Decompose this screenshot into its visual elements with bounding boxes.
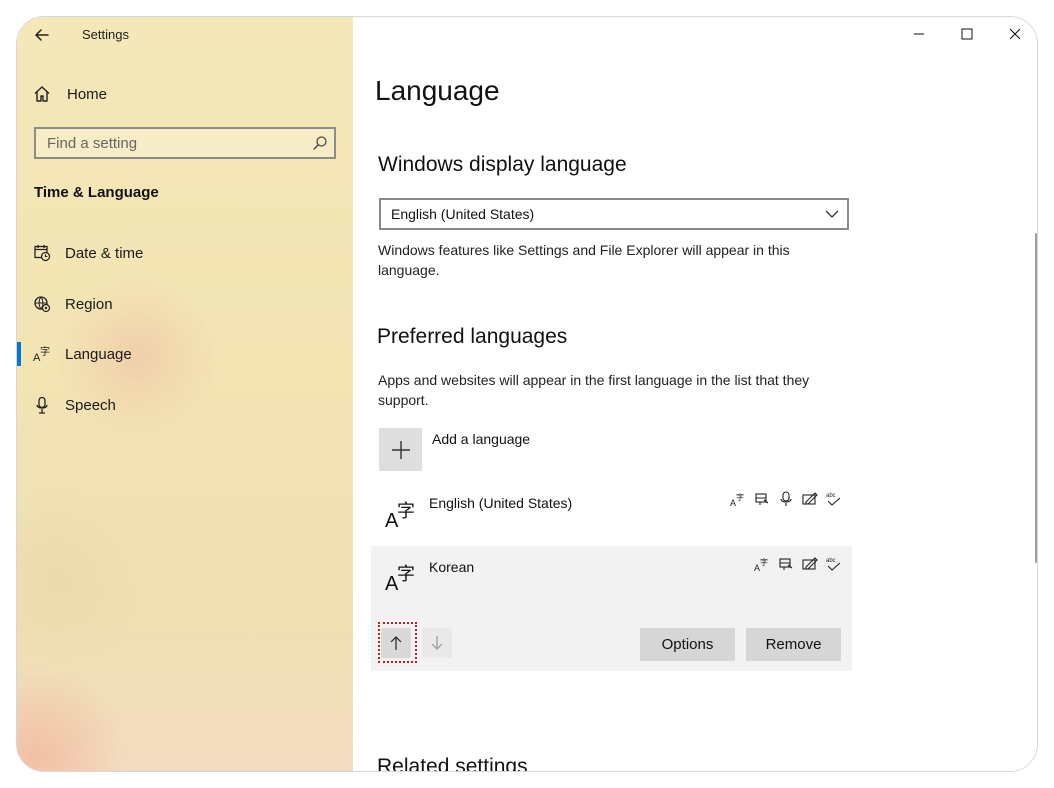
section-heading: Time & Language <box>34 184 159 201</box>
plus-icon <box>391 440 410 459</box>
remove-button[interactable]: Remove <box>746 628 841 661</box>
arrow-up-icon <box>390 636 402 650</box>
sidebar-item-region[interactable]: Region <box>33 292 113 316</box>
display-language-heading: Windows display language <box>378 153 627 176</box>
search-icon[interactable] <box>312 135 328 151</box>
maximize-icon <box>961 28 973 40</box>
main-content: Language Windows display language Englis… <box>353 17 1037 772</box>
language-features: A字 abc <box>754 556 842 572</box>
search-box[interactable] <box>34 127 336 159</box>
maximize-button[interactable] <box>943 17 991 51</box>
scrollbar[interactable] <box>1035 233 1037 563</box>
svg-text:字: 字 <box>760 557 768 567</box>
add-language-button[interactable]: Add a language <box>379 428 679 472</box>
text-to-speech-icon <box>754 491 770 507</box>
text-to-speech-icon <box>778 556 794 572</box>
sidebar-item-language[interactable]: A 字 Language <box>33 342 132 366</box>
language-item-korean[interactable]: A 字 Korean A字 abc Options Remove <box>371 546 852 671</box>
language-features: A字 abc <box>730 491 842 507</box>
language-pack-icon: A字 <box>730 491 746 507</box>
back-button[interactable] <box>32 25 52 45</box>
svg-text:abc: abc <box>826 493 836 499</box>
language-pack-icon: A字 <box>754 556 770 572</box>
microphone-icon <box>33 396 51 414</box>
options-button[interactable]: Options <box>640 628 735 661</box>
svg-text:字: 字 <box>736 492 744 502</box>
app-title: Settings <box>82 27 129 42</box>
minimize-button[interactable] <box>895 17 943 51</box>
display-language-value: English (United States) <box>391 206 535 222</box>
language-name: Korean <box>429 559 475 575</box>
handwriting-icon <box>802 556 818 572</box>
selected-indicator <box>17 342 21 366</box>
svg-text:abc: abc <box>826 558 836 564</box>
language-name: English (United States) <box>429 495 573 511</box>
title-bar-left: Settings <box>17 17 353 53</box>
sidebar: Settings Home Time & Language <box>17 17 353 771</box>
arrow-down-icon <box>431 636 443 650</box>
language-icon: A 字 <box>33 345 51 363</box>
sidebar-item-date-time[interactable]: Date & time <box>33 241 143 265</box>
chevron-down-icon <box>825 210 839 218</box>
home-icon <box>33 85 51 103</box>
language-pack-icon: A 字 <box>385 564 415 592</box>
sidebar-item-speech[interactable]: Speech <box>33 393 116 417</box>
svg-text:字: 字 <box>40 345 50 358</box>
sidebar-item-label: Language <box>65 345 132 363</box>
sidebar-item-label: Date & time <box>65 244 144 262</box>
svg-text:字: 字 <box>397 564 415 585</box>
home-label: Home <box>67 85 108 103</box>
speech-recognition-icon <box>778 491 794 507</box>
spell-check-icon: abc <box>826 556 842 572</box>
calendar-clock-icon <box>33 244 51 262</box>
language-pack-icon: A 字 <box>385 501 415 529</box>
add-language-box[interactable] <box>379 428 422 471</box>
add-language-label: Add a language <box>432 431 531 447</box>
sidebar-item-label: Speech <box>65 396 116 414</box>
related-settings-heading: Related settings <box>377 755 528 772</box>
search-input[interactable] <box>36 133 299 153</box>
sidebar-item-label: Region <box>65 295 113 313</box>
minimize-icon <box>914 33 924 35</box>
preferred-languages-heading: Preferred languages <box>377 325 568 348</box>
display-language-description: Windows features like Settings and File … <box>378 242 790 278</box>
svg-text:字: 字 <box>397 501 415 522</box>
window-controls <box>895 17 1037 53</box>
back-arrow-icon <box>35 29 49 41</box>
globe-gear-icon <box>33 295 51 313</box>
close-button[interactable] <box>991 17 1037 51</box>
handwriting-icon <box>802 491 818 507</box>
preferred-languages-description: Apps and websites will appear in the fir… <box>378 372 810 408</box>
page-title: Language <box>375 75 500 106</box>
sidebar-item-home[interactable]: Home <box>33 83 107 105</box>
language-item-english[interactable]: A 字 English (United States) A字 abc <box>371 483 852 545</box>
display-language-dropdown[interactable]: English (United States) <box>379 198 849 230</box>
spell-check-icon: abc <box>826 491 842 507</box>
close-icon <box>1009 28 1021 40</box>
move-down-button[interactable] <box>422 628 452 658</box>
settings-window: Settings Home Time & Language <box>16 16 1038 772</box>
move-up-button[interactable] <box>381 628 411 658</box>
